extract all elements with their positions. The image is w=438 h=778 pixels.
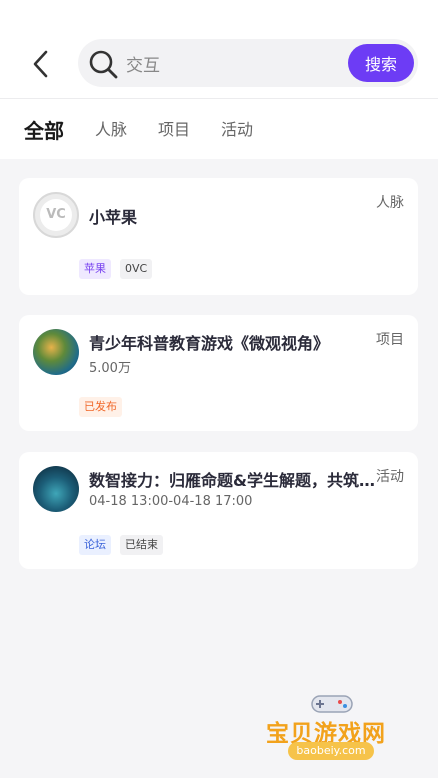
- search-icon: [89, 50, 118, 79]
- result-amount: 5.00万: [89, 361, 131, 376]
- result-card[interactable]: 数智接力：归雁命题&学生解题，共筑AI... 04-18 13:00-04-18…: [19, 452, 418, 569]
- result-type: 项目: [376, 332, 404, 348]
- result-type: 活动: [376, 469, 404, 485]
- event-time: 04-18 13:00-04-18 17:00: [89, 494, 253, 509]
- project-thumbnail: [33, 329, 79, 375]
- watermark-logo: 宝贝游戏网 baobeiy.com: [262, 690, 407, 776]
- tab-all[interactable]: 全部: [24, 115, 64, 144]
- chevron-left-icon: [33, 50, 48, 78]
- result-card[interactable]: VC 小苹果 人脉 苹果 0VC: [19, 178, 418, 295]
- status-badge: 已发布: [79, 397, 122, 417]
- result-title: 数智接力：归雁命题&学生解题，共筑AI...: [89, 471, 377, 490]
- tab-contacts[interactable]: 人脉: [95, 116, 127, 140]
- status-badge: 已结束: [120, 535, 163, 555]
- search-button[interactable]: 搜索: [348, 44, 414, 82]
- back-button[interactable]: [26, 44, 56, 84]
- avatar-logo: VC: [40, 199, 72, 231]
- search-input[interactable]: [126, 39, 326, 87]
- top-bar: 搜索: [0, 0, 438, 99]
- event-thumbnail: [33, 466, 79, 512]
- search-bar: 搜索: [78, 39, 418, 87]
- category-tabs: [0, 99, 438, 159]
- tag: 苹果: [79, 259, 111, 279]
- tab-events[interactable]: 活动: [221, 116, 253, 140]
- watermark-site: baobeiy.com: [288, 742, 374, 760]
- tag: 论坛: [79, 535, 111, 555]
- gamepad-icon: [311, 695, 353, 713]
- result-card[interactable]: 青少年科普教育游戏《微观视角》 5.00万 项目 已发布: [19, 315, 418, 431]
- tab-projects[interactable]: 项目: [158, 116, 190, 140]
- result-type: 人脉: [376, 195, 404, 211]
- avatar: VC: [33, 192, 79, 238]
- result-title: 青少年科普教育游戏《微观视角》: [89, 334, 330, 353]
- result-title: 小苹果: [89, 208, 138, 227]
- tag: 0VC: [120, 259, 153, 279]
